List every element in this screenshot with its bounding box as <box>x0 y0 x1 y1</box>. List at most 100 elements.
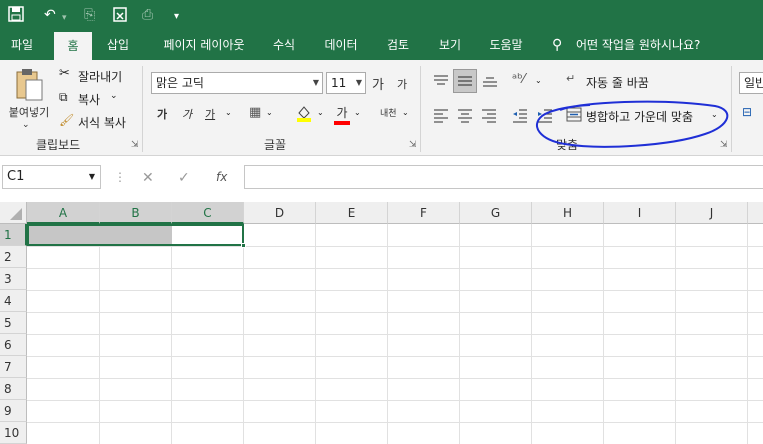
bold-button[interactable]: 가 <box>157 106 167 122</box>
border-dropdown-icon[interactable]: ⌄ <box>266 108 273 117</box>
column-header-j[interactable]: J <box>676 202 748 224</box>
clipboard-group-label: 클립보드 <box>36 138 81 152</box>
align-top-icon[interactable] <box>432 72 450 93</box>
phonetic-dropdown-icon[interactable]: ⌄ <box>402 108 409 117</box>
gridline <box>27 334 763 335</box>
row-header-5[interactable]: 5 <box>0 312 27 334</box>
column-header-e[interactable]: E <box>316 202 388 224</box>
formula-input[interactable] <box>244 165 763 189</box>
chevron-down-icon[interactable]: ▼ <box>356 73 362 93</box>
format-painter-button[interactable]: 서식 복사 <box>78 114 126 131</box>
column-header-i[interactable]: I <box>604 202 676 224</box>
fill-dropdown-icon[interactable]: ⌄ <box>317 108 324 117</box>
underline-button[interactable]: 가 <box>205 106 215 122</box>
grow-font-button[interactable]: 가 <box>372 74 384 93</box>
chevron-down-icon[interactable]: ▼ <box>89 166 95 188</box>
italic-button[interactable]: 가 <box>182 106 192 122</box>
enter-icon[interactable]: ✓ <box>178 170 190 186</box>
shrink-font-button[interactable]: 가 <box>397 76 407 92</box>
selection-border[interactable] <box>27 224 244 246</box>
save-icon[interactable] <box>8 6 24 27</box>
orientation-icon[interactable]: ᵃᵇ⁄ <box>512 72 525 87</box>
more-options-icon[interactable]: ⋮ <box>114 170 126 184</box>
select-all-button[interactable] <box>0 202 27 224</box>
column-header-k[interactable] <box>748 202 763 224</box>
tab-page-layout[interactable]: 페이지 레이아웃 <box>150 30 258 60</box>
cut-button[interactable]: 잘라내기 <box>78 68 122 85</box>
column-header-h[interactable]: H <box>532 202 604 224</box>
font-color-dropdown-icon[interactable]: ⌄ <box>354 108 361 117</box>
number-format-combo[interactable]: 일반 <box>739 72 763 94</box>
wrap-text-button[interactable]: 자동 줄 바꿈 <box>586 74 649 91</box>
font-launcher-icon[interactable]: ⇲ <box>409 140 417 150</box>
phonetic-button[interactable]: 내천 <box>380 106 397 119</box>
fill-color-icon[interactable] <box>296 104 312 125</box>
ribbon-home: 붙여넣기 ⌄ ✂ 잘라내기 ⧉ 복사 ⌄ 🖌 서식 복사 클립보드 ⇲ 맑은 고… <box>0 60 763 156</box>
font-size-value: 11 <box>331 76 347 90</box>
cell-reference: C1 <box>7 169 25 184</box>
row-header-1[interactable]: 1 <box>0 224 27 246</box>
paste-button[interactable]: 붙여넣기 <box>4 104 54 120</box>
format-painter-icon: 🖌 <box>59 113 75 127</box>
tab-data[interactable]: 데이터 <box>316 30 366 60</box>
align-left-icon[interactable] <box>432 106 450 127</box>
fill-handle[interactable] <box>241 243 246 248</box>
cancel-icon[interactable]: ✕ <box>142 170 154 186</box>
tab-review[interactable]: 검토 <box>378 30 418 60</box>
gridline <box>27 378 763 379</box>
row-header-2[interactable]: 2 <box>0 246 27 268</box>
align-right-icon[interactable] <box>480 106 498 127</box>
paste-icon[interactable] <box>14 68 44 105</box>
customize-icon[interactable]: ▾ <box>174 8 179 26</box>
paste-dropdown-icon[interactable]: ⌄ <box>22 120 30 130</box>
column-header-g[interactable]: G <box>460 202 532 224</box>
tab-help[interactable]: 도움말 <box>480 30 532 60</box>
clipboard-launcher-icon[interactable]: ⇲ <box>131 140 139 150</box>
scissors-icon: ✂ <box>59 66 70 81</box>
column-header-d[interactable]: D <box>244 202 316 224</box>
tab-view[interactable]: 보기 <box>430 30 470 60</box>
tab-insert[interactable]: 삽입 <box>100 30 136 60</box>
clipboard-icon[interactable] <box>112 6 128 27</box>
tell-me-search[interactable]: 어떤 작업을 원하시나요? <box>576 30 724 60</box>
font-name-value: 맑은 고딕 <box>156 76 204 90</box>
row-header-9[interactable]: 9 <box>0 400 27 422</box>
insert-function-icon[interactable]: fx <box>216 170 227 184</box>
row-header-10[interactable]: 10 <box>0 422 27 444</box>
format-painter-icon[interactable]: ⎙ <box>142 6 153 24</box>
gridline <box>27 246 763 247</box>
row-header-7[interactable]: 7 <box>0 356 27 378</box>
row-header-3[interactable]: 3 <box>0 268 27 290</box>
align-bottom-icon[interactable] <box>481 72 499 93</box>
column-header-f[interactable]: F <box>388 202 460 224</box>
font-color-button[interactable]: 가 <box>334 104 350 125</box>
align-middle-icon[interactable] <box>453 69 477 93</box>
row-header-4[interactable]: 4 <box>0 290 27 312</box>
redo-icon[interactable]: ⎘ <box>84 6 95 24</box>
column-header-a[interactable]: A <box>27 202 100 224</box>
row-header-8[interactable]: 8 <box>0 378 27 400</box>
formula-bar-area: C1 ▼ ⋮ ✕ ✓ fx <box>0 156 763 202</box>
chevron-down-icon[interactable]: ▼ <box>313 73 319 93</box>
gridline <box>27 312 763 313</box>
underline-dropdown-icon[interactable]: ⌄ <box>225 108 232 117</box>
tab-home[interactable]: 홈 <box>54 32 92 60</box>
tab-file[interactable]: 파일 <box>0 30 44 60</box>
font-size-combo[interactable]: 11 ▼ <box>326 72 366 94</box>
column-header-c[interactable]: C <box>172 202 244 224</box>
orientation-dropdown-icon[interactable]: ⌄ <box>535 76 542 85</box>
copy-button[interactable]: 복사 <box>78 91 100 108</box>
copy-dropdown-icon[interactable]: ⌄ <box>110 91 118 101</box>
name-box[interactable]: C1 ▼ <box>2 165 101 189</box>
undo-icon[interactable]: ↶ <box>44 6 56 24</box>
tab-formulas[interactable]: 수식 <box>264 30 304 60</box>
font-name-combo[interactable]: 맑은 고딕 ▼ <box>151 72 323 94</box>
accounting-format-icon[interactable]: ⊟ <box>742 105 752 119</box>
align-center-icon[interactable] <box>456 106 474 127</box>
column-header-b[interactable]: B <box>100 202 172 224</box>
worksheet-grid: A B C D E F G H I J 1 2 3 4 5 6 7 8 9 10 <box>0 202 763 444</box>
undo-dropdown-icon[interactable]: ▾ <box>62 9 67 27</box>
row-header-6[interactable]: 6 <box>0 334 27 356</box>
border-icon[interactable]: ▦ <box>249 105 261 120</box>
gridline <box>27 422 763 423</box>
